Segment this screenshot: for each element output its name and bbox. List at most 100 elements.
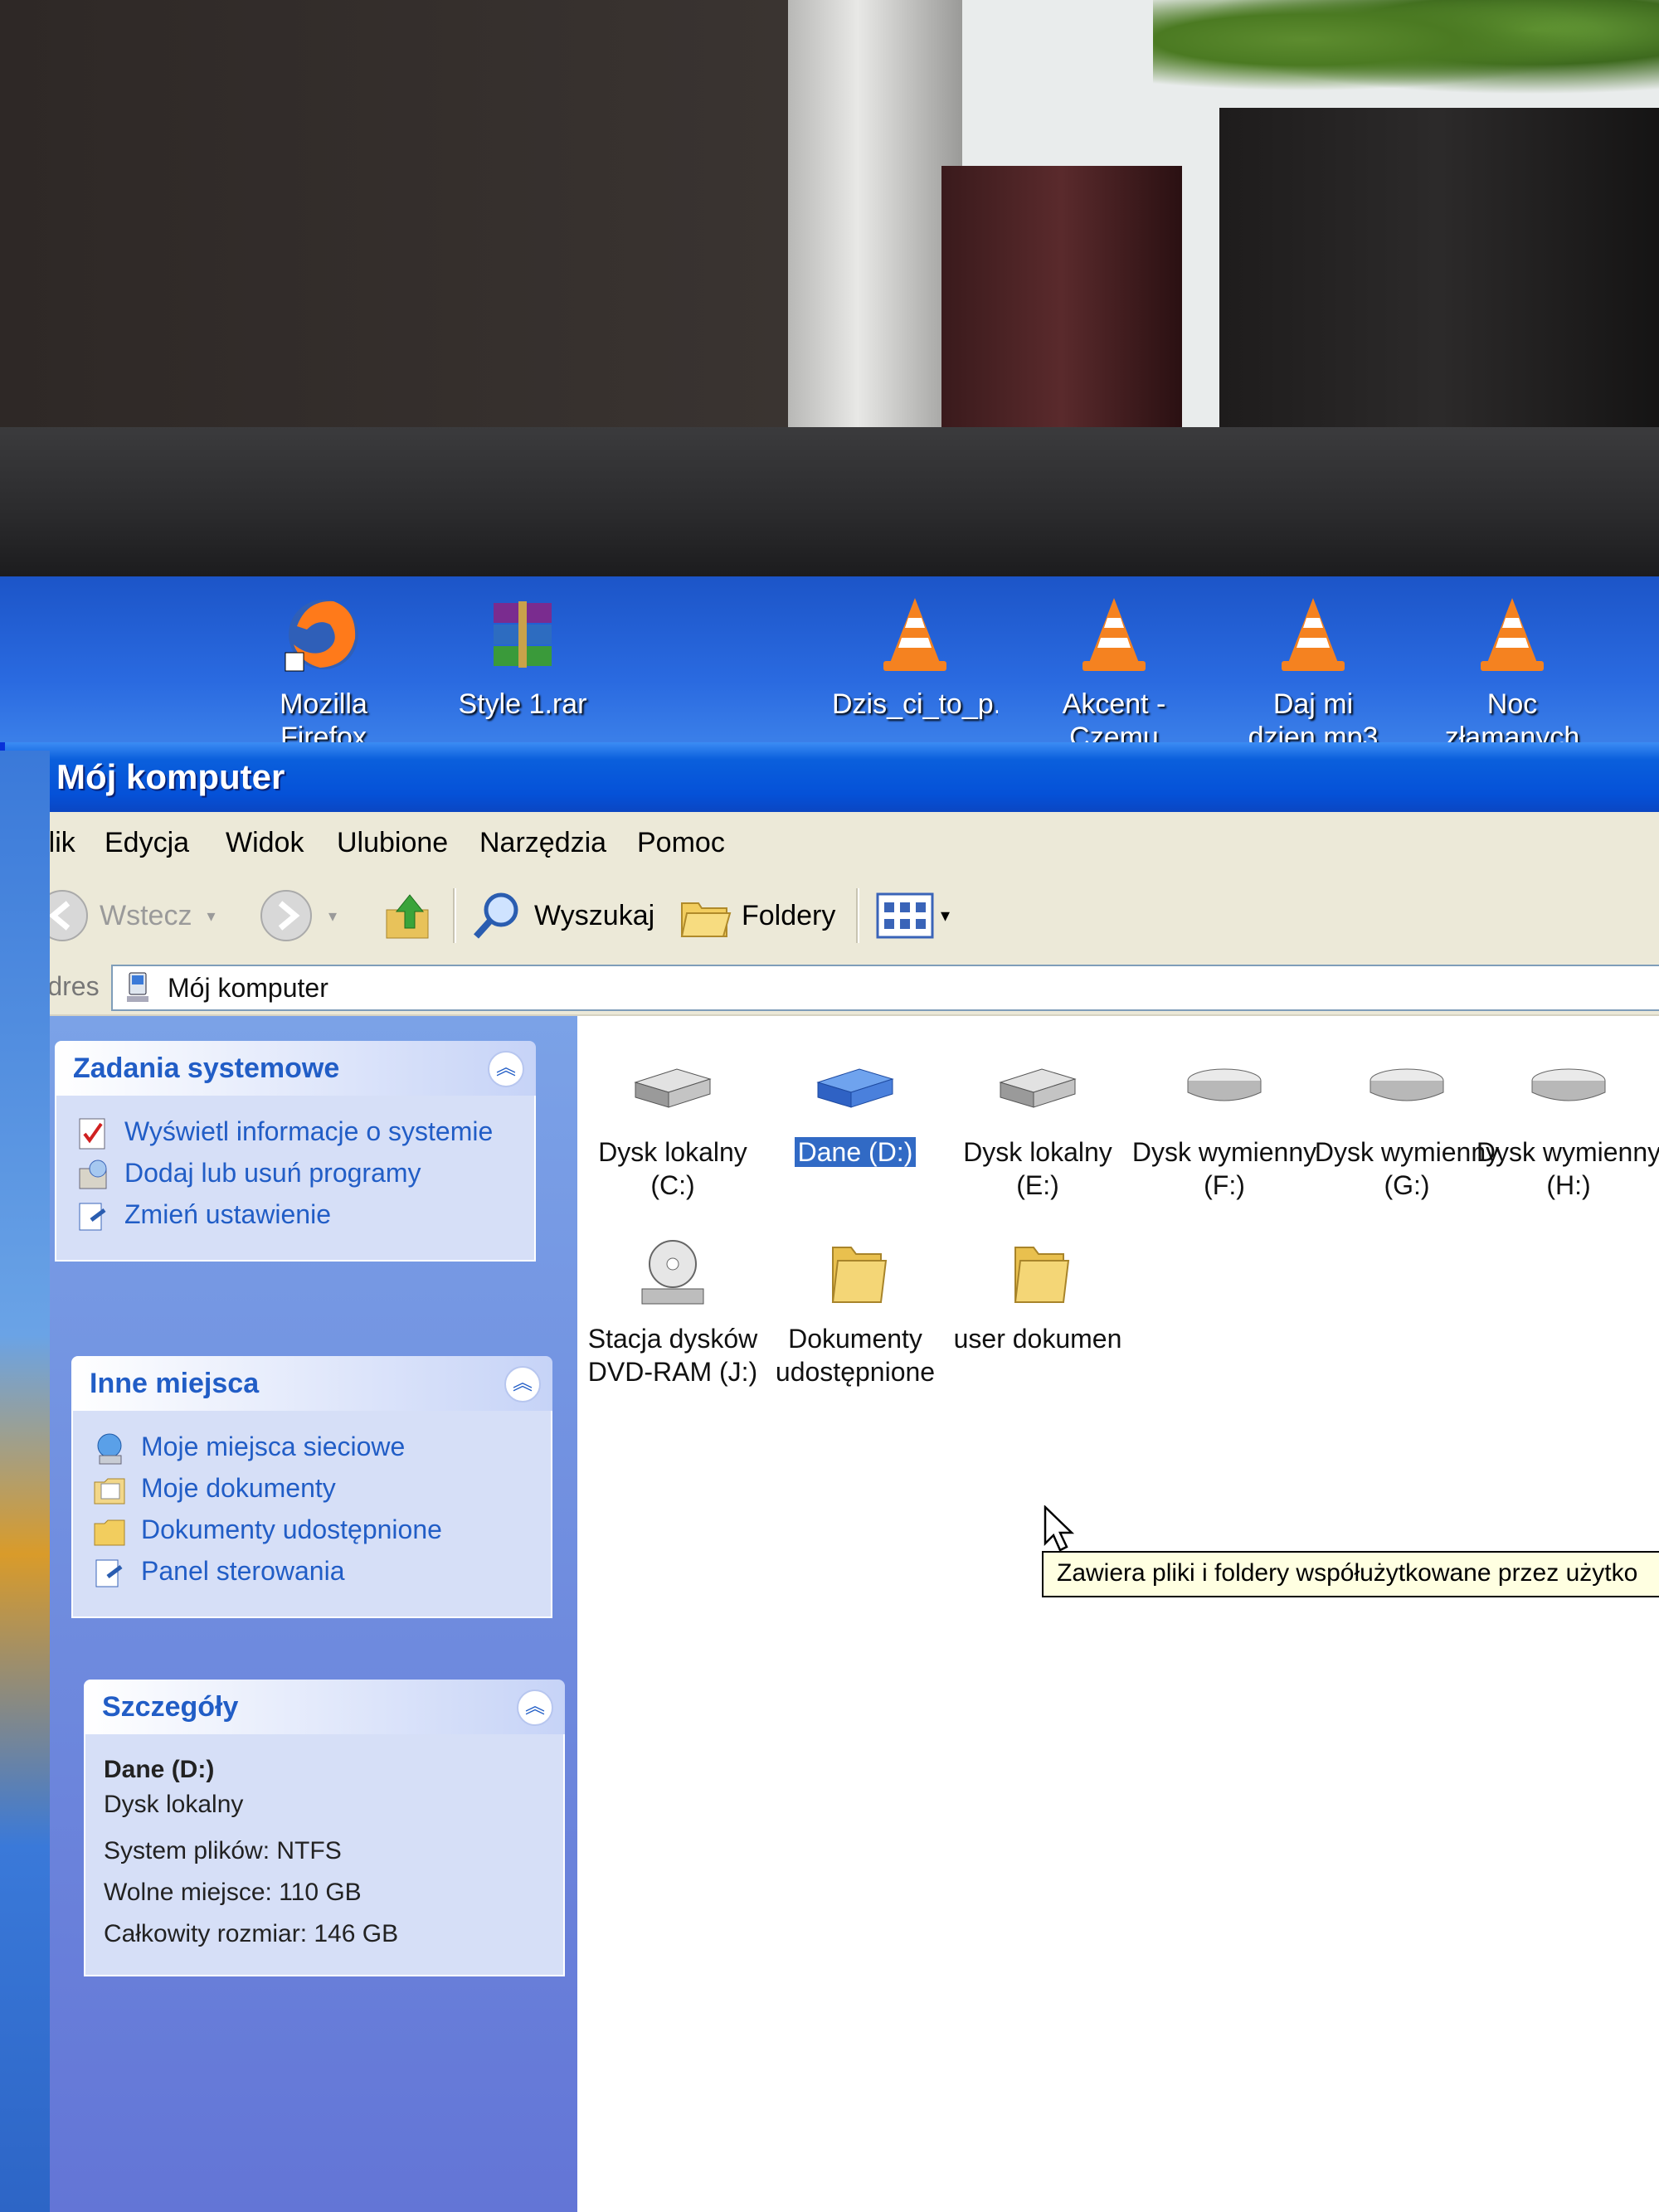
up-folder-icon: [386, 894, 429, 939]
link-system-info[interactable]: Wyświetl informacje o systemie: [75, 1116, 519, 1152]
plant-pot: [941, 166, 1182, 427]
settings-icon: [79, 1203, 106, 1231]
desktop-icon-vlc-3[interactable]: Daj mi dzien.mp3: [1230, 593, 1396, 747]
forward-button[interactable]: ▾: [259, 887, 337, 945]
wall: [0, 0, 788, 427]
removable-disk-icon: [1187, 1068, 1262, 1101]
drive-j[interactable]: Stacja dysków DVD-RAM (J:): [577, 1236, 768, 1388]
vlc-icon: [1082, 598, 1146, 671]
folders-label: Foldery: [742, 899, 836, 931]
desktop-icon-vlc-4[interactable]: Noc złamanych serc.mp3: [1421, 593, 1603, 747]
item-label: user dokumen: [953, 1324, 1122, 1354]
folder-icon: [831, 1247, 888, 1303]
search-icon: [474, 892, 518, 939]
link-label: Moje dokumenty: [141, 1473, 336, 1503]
plant-pot: [1219, 108, 1659, 427]
folders-icon: [680, 902, 732, 937]
detail-type: Dysk lokalny: [104, 1791, 244, 1818]
desktop-icon-firefox[interactable]: Mozilla Firefox: [241, 593, 406, 747]
address-bar: Adres Mój komputer: [5, 960, 1659, 1016]
window-title: Mój komputer: [56, 757, 285, 796]
menu-pomoc[interactable]: Pomoc: [637, 827, 725, 859]
item-label: Stacja dysków DVD-RAM (J:): [587, 1324, 758, 1387]
plant-leaves: [1153, 0, 1659, 100]
system-tasks-header[interactable]: Zadania systemowe ︽: [55, 1041, 536, 1096]
desktop-icon-label: Akcent - Czemu jeste...: [1062, 688, 1166, 747]
details-panel: Szczegóły ︽ Dane (D:) Dysk lokalny Syste…: [84, 1680, 565, 1976]
drive-c[interactable]: Dysk lokalny (C:): [577, 1049, 768, 1202]
detail-name: Dane (D:): [104, 1756, 215, 1783]
hard-disk-icon: [816, 1068, 894, 1108]
desktop-icon-label: Dzis_ci_to_p...: [832, 688, 998, 720]
drive-d[interactable]: Dane (D:): [760, 1049, 951, 1169]
desktop: Mozilla Firefox Style 1.rar Dzis_ci_to_p…: [0, 576, 1659, 751]
chevron-down-icon: ▾: [207, 907, 216, 926]
menu-ulubione[interactable]: Ulubione: [337, 827, 448, 859]
menu-edycja[interactable]: Edycja: [105, 827, 189, 859]
link-shared-documents[interactable]: Dokumenty udostępnione: [91, 1514, 536, 1550]
item-label: Dysk wymienny (F:): [1131, 1137, 1317, 1200]
chevron-down-icon: ▾: [941, 905, 951, 926]
screen: Mozilla Firefox Style 1.rar Dzis_ci_to_p…: [0, 576, 1659, 2212]
desktop-icon-label: Noc złamanych serc.mp3: [1444, 688, 1580, 747]
item-label: Dysk wymienny (H:): [1476, 1137, 1659, 1200]
hard-disk-icon: [999, 1068, 1077, 1108]
item-label: Dysk lokalny (E:): [963, 1137, 1112, 1200]
drive-f[interactable]: Dysk wymienny (F:): [1125, 1049, 1324, 1202]
menu-narzedzia[interactable]: Narzędzia: [479, 827, 606, 859]
forward-arrow-icon: [260, 890, 312, 941]
search-button[interactable]: Wyszukaj: [469, 887, 654, 945]
control-panel-icon: [95, 1559, 123, 1587]
title-bar[interactable]: Mój komputer: [5, 742, 1659, 812]
explorer-window: Mój komputer Plik Edycja Widok Ulubione …: [0, 742, 1659, 2212]
network-places-icon: [97, 1433, 122, 1465]
panel-title: Inne miejsca: [90, 1368, 260, 1399]
link-label: Dokumenty udostępnione: [141, 1514, 442, 1544]
desktop-icon-label: Mozilla Firefox: [280, 688, 367, 747]
drive-h[interactable]: Dysk wymienny (H:): [1473, 1049, 1659, 1202]
other-places-body: Moje miejsca sieciowe Moje dokumenty Dok…: [71, 1411, 552, 1618]
folders-button[interactable]: Foldery: [677, 887, 835, 945]
curtain: [788, 0, 962, 427]
toolbar: Wstecz ▾ ▾ Wyszukaj Foldery ▾: [5, 870, 1659, 961]
folder-user-documents[interactable]: user dokumen: [942, 1236, 1133, 1355]
link-control-panel[interactable]: Panel sterowania: [91, 1555, 536, 1592]
details-body: Dane (D:) Dysk lokalny System plików: NT…: [84, 1734, 565, 1976]
collapse-chevron-icon[interactable]: ︽: [488, 1051, 524, 1087]
link-my-documents[interactable]: Moje dokumenty: [91, 1472, 536, 1509]
other-places-panel: Inne miejsca ︽ Moje miejsca sieciowe Moj…: [71, 1356, 552, 1618]
item-label: Dysk lokalny (C:): [598, 1137, 747, 1200]
chevron-down-icon: ▾: [328, 907, 338, 926]
desktop-icon-vlc-2[interactable]: Akcent - Czemu jeste...: [1031, 593, 1197, 747]
link-label: Wyświetl informacje o systemie: [124, 1116, 494, 1146]
folder-shared-documents[interactable]: Dokumenty udostępnione: [760, 1236, 951, 1388]
removable-disk-icon: [1531, 1068, 1606, 1101]
desktop-icon-label: Style 1.rar: [458, 688, 587, 720]
system-tasks-panel: Zadania systemowe ︽ Wyświetl informacje …: [55, 1041, 536, 1262]
up-folder-button[interactable]: [382, 887, 436, 945]
add-remove-programs-icon: [79, 1159, 107, 1189]
back-button[interactable]: Wstecz ▾: [35, 887, 216, 945]
vlc-icon: [1282, 598, 1345, 671]
collapse-chevron-icon[interactable]: ︽: [517, 1689, 553, 1726]
address-input[interactable]: Mój komputer: [111, 965, 1659, 1011]
other-places-header[interactable]: Inne miejsca ︽: [71, 1356, 552, 1411]
link-network-places[interactable]: Moje miejsca sieciowe: [91, 1431, 536, 1467]
link-change-setting[interactable]: Zmień ustawienie: [75, 1198, 519, 1235]
desktop-icon-label: Daj mi dzien.mp3: [1248, 688, 1379, 747]
link-label: Dodaj lub usuń programy: [124, 1158, 421, 1188]
views-icon: [876, 892, 934, 939]
desktop-icon-vlc-1[interactable]: Dzis_ci_to_p...: [832, 593, 998, 747]
views-button[interactable]: ▾: [876, 887, 950, 945]
monitor-bezel: [0, 427, 1659, 576]
item-label: Dysk wymienny (G:): [1314, 1137, 1500, 1200]
details-header[interactable]: Szczegóły ︽: [84, 1680, 565, 1734]
link-label: Moje miejsca sieciowe: [141, 1432, 406, 1461]
desktop-edge: [0, 751, 50, 2212]
link-add-remove-programs[interactable]: Dodaj lub usuń programy: [75, 1157, 519, 1194]
menu-widok[interactable]: Widok: [226, 827, 304, 859]
desktop-icon-style-rar[interactable]: Style 1.rar: [440, 593, 606, 747]
collapse-chevron-icon[interactable]: ︽: [504, 1366, 541, 1403]
system-tasks-body: Wyświetl informacje o systemie Dodaj lub…: [55, 1096, 536, 1262]
drive-e[interactable]: Dysk lokalny (E:): [942, 1049, 1133, 1202]
